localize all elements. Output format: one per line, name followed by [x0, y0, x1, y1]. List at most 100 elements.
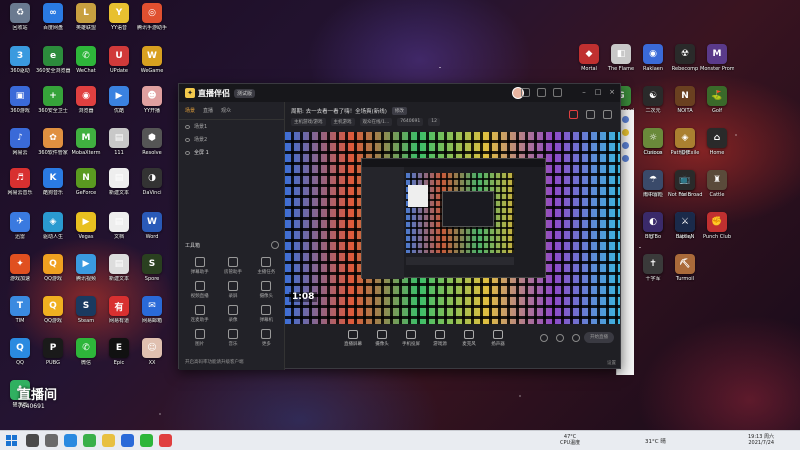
toolbox-item[interactable]: 录屏	[216, 281, 249, 299]
desktop-icon[interactable]: ▶ Vegas	[69, 212, 103, 240]
desktop-icon[interactable]: ◈ 驱动人生	[36, 212, 70, 240]
toolbox-item[interactable]: 视频直播	[183, 281, 216, 299]
desktop-icon[interactable]: U UPdate	[102, 46, 136, 74]
desktop-icon[interactable]: ✊ Punch Club	[700, 212, 734, 240]
subcategory[interactable]: 主机游戏	[330, 118, 355, 126]
gear-icon[interactable]	[572, 334, 580, 342]
desktop-icon[interactable]: ⛏ Turmoil	[668, 254, 702, 282]
desktop-icon[interactable]: N GeForce	[69, 168, 103, 196]
toolbox-item[interactable]: 弹幕机	[250, 305, 283, 323]
toolbox-settings-icon[interactable]	[271, 241, 279, 249]
desktop-icon[interactable]: ◉ Raklaen	[636, 44, 670, 72]
desktop-icon[interactable]: ♻ 回收站	[3, 3, 37, 31]
clock[interactable]: 19:13 周六 2021/7/24	[748, 434, 774, 446]
desktop-icon[interactable]: 3 360驱动	[3, 46, 37, 74]
task-view-icon[interactable]	[45, 434, 58, 447]
source-control-button[interactable]: 手机投屏	[401, 328, 421, 347]
eye-icon[interactable]	[185, 124, 190, 129]
desktop-icon[interactable]: ☻ YY开播	[135, 86, 169, 114]
desktop-icon[interactable]: ▶ 腾讯视频	[69, 254, 103, 282]
app-title-bar[interactable]: ✦ 直播伴侣 测试版 – □ ×	[179, 84, 620, 102]
version-badge[interactable]: 测试版	[234, 88, 256, 98]
desktop-icon[interactable]: ▤ 111	[102, 128, 136, 156]
desktop-icon[interactable]: S Spore	[135, 254, 169, 282]
desktop-icon[interactable]: ☂ 雨中冒险	[636, 170, 670, 198]
source-control-button[interactable]: 游戏源	[430, 328, 450, 347]
user-icon[interactable]	[622, 142, 629, 149]
source-control-button[interactable]: 扬声器	[488, 328, 508, 347]
desktop-icon[interactable]: +360安全卫士	[36, 86, 70, 114]
left-footer-note[interactable]: 开启高码率功能请升级客户端	[185, 359, 244, 365]
desktop-icon[interactable]: ⚔ BattleN	[668, 212, 702, 240]
toolbox-item[interactable]: 录像	[216, 305, 249, 323]
share-icon[interactable]	[586, 110, 595, 119]
desktop-icon[interactable]: ◉ 浏览器	[69, 86, 103, 114]
desktop-icon[interactable]: ⬢ Resolve	[135, 128, 169, 156]
toolbox-item[interactable]: 音乐	[216, 329, 249, 347]
tab-live[interactable]: 直播	[203, 107, 213, 114]
windows-start-icon[interactable]	[6, 435, 17, 446]
desktop-icon[interactable]: ☢ Rebecomp	[668, 44, 702, 72]
search-icon[interactable]	[26, 434, 39, 447]
desktop-icon[interactable]: 有网易有道	[102, 296, 136, 324]
desktop-icon[interactable]: ☺ XX	[135, 338, 169, 366]
toolbox-item[interactable]: 更多	[250, 329, 283, 347]
minimize-icon[interactable]: –	[580, 88, 588, 96]
weather-tray[interactable]: 31°C 晴	[645, 437, 666, 445]
toolbox-item[interactable]: 房管助手	[216, 257, 249, 275]
desktop-icon[interactable]: Q QQ	[3, 338, 37, 366]
live-icon[interactable]	[159, 434, 172, 447]
settings-link[interactable]: 设置	[607, 360, 616, 366]
edit-title-button[interactable]: 修改	[391, 107, 407, 115]
desktop-icon[interactable]: ☯ 二次元	[636, 86, 670, 114]
desktop-icon[interactable]: ◧ The Flame	[604, 44, 638, 72]
desktop-icon[interactable]: ✆ 微信	[69, 338, 103, 366]
source-control-button[interactable]: 麦克风	[459, 328, 479, 347]
gift-box-icon[interactable]	[569, 110, 578, 119]
desktop-icon[interactable]: ◎ 腾讯手游助手	[135, 3, 169, 31]
star-icon[interactable]	[622, 129, 629, 136]
record-icon[interactable]	[556, 334, 564, 342]
store-icon[interactable]	[121, 434, 134, 447]
explorer-icon[interactable]	[102, 434, 115, 447]
desktop-icon[interactable]: ♬ 网易云音乐	[3, 168, 37, 196]
desktop-icon[interactable]: S Steam	[69, 296, 103, 324]
scene-item[interactable]: 场景1	[179, 120, 284, 133]
desktop-icon[interactable]: ✝ 十字军	[636, 254, 670, 282]
desktop-icon[interactable]: ✉ 网易邮箱	[135, 296, 169, 324]
desktop-icon[interactable]: ▤ 新建文本	[102, 168, 136, 196]
desktop-icon[interactable]: M MobaXterm	[69, 128, 103, 156]
eye-icon[interactable]	[185, 137, 190, 142]
desktop-icon[interactable]: ⌂ Home	[700, 128, 734, 156]
desktop-icon[interactable]: T TIM	[3, 296, 37, 324]
desktop-icon[interactable]: ▶ 优酷	[102, 86, 136, 114]
desktop-icon[interactable]: E Epic	[102, 338, 136, 366]
scene-item[interactable]: 场景2	[179, 133, 284, 146]
stream-preview[interactable]: 1:08	[285, 132, 620, 324]
toolbox-item[interactable]: 图片	[183, 329, 216, 347]
toolbox-item[interactable]: 弹幕助手	[183, 257, 216, 275]
chrome-icon[interactable]	[83, 434, 96, 447]
desktop-icon[interactable]: Q QQ游戏	[36, 296, 70, 324]
desktop-icon[interactable]: ♜ Cattle	[700, 170, 734, 198]
eye-icon[interactable]	[185, 150, 190, 155]
desktop-icon[interactable]: ▤ 新建文本	[102, 254, 136, 282]
desktop-icon[interactable]: ✿ 360软件管家	[36, 128, 70, 156]
gift-icon[interactable]	[537, 88, 546, 97]
desktop-icon[interactable]: K 酷狗音乐	[36, 168, 70, 196]
desktop-icon[interactable]: e 360安全浏览器	[36, 46, 70, 74]
message-icon[interactable]	[521, 88, 530, 97]
desktop-icon[interactable]: ✆ WeChat	[69, 46, 103, 74]
desktop-icon[interactable]: W Word	[135, 212, 169, 240]
cpu-temp-widget[interactable]: 47°C CPU温度	[560, 434, 580, 446]
user-icon[interactable]	[622, 155, 629, 162]
category[interactable]: 主机游戏/游戏	[291, 118, 326, 126]
edge-icon[interactable]	[64, 434, 77, 447]
toolbox-item[interactable]: 主播任务	[250, 257, 283, 275]
desktop-icon[interactable]: P PUBG	[36, 338, 70, 366]
desktop-icon[interactable]: ∞ 百度网盘	[36, 3, 70, 31]
desktop-icon[interactable]: ◐ Big Bo	[636, 212, 670, 240]
toolbox-item[interactable]: 连麦助手	[183, 305, 216, 323]
settings-icon[interactable]	[553, 88, 562, 97]
desktop-icon[interactable]: Y YY语音	[102, 3, 136, 31]
